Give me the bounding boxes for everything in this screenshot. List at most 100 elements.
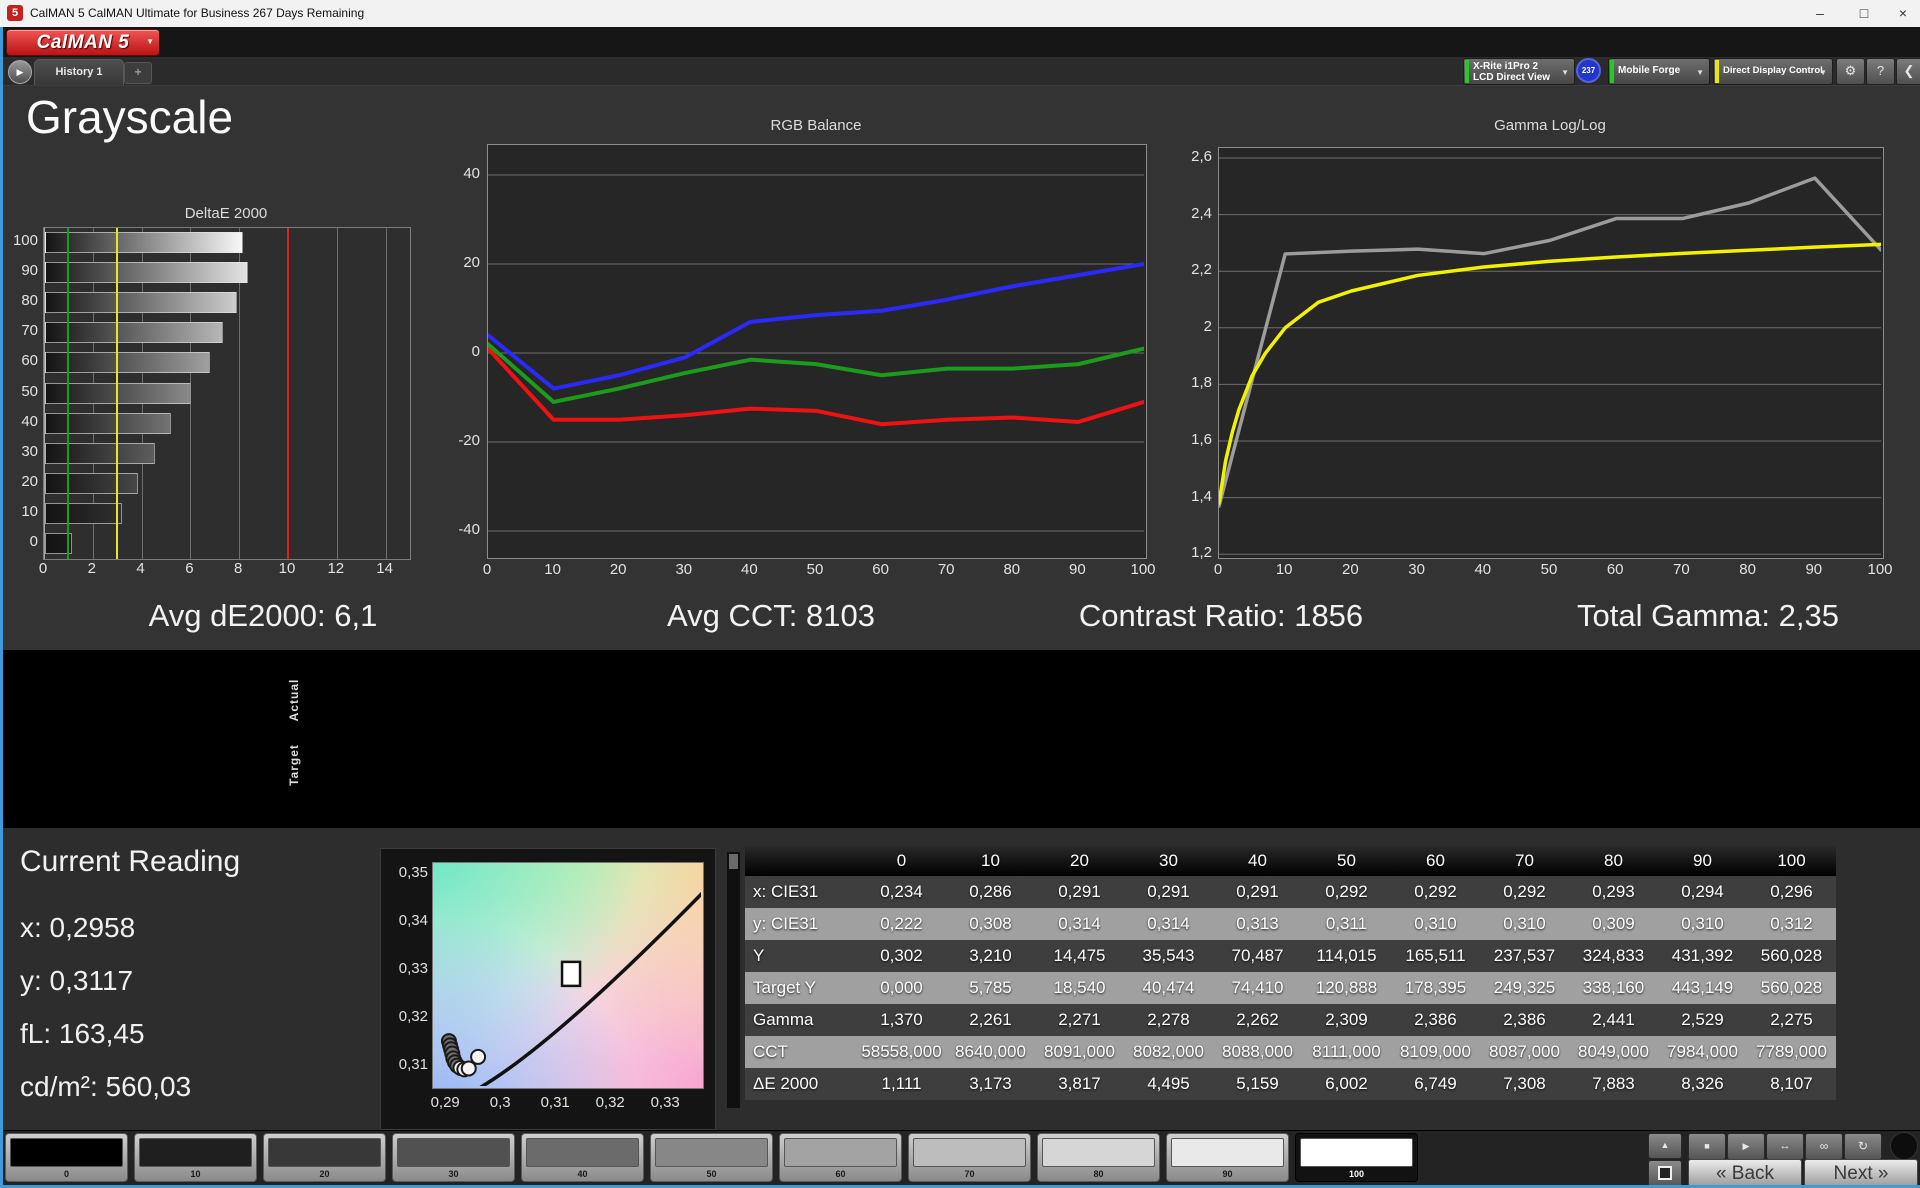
table-cell: 120,888 (1315, 978, 1378, 997)
meter-selector[interactable]: X-Rite i1Pro 2 LCD Direct View ▼ (1463, 58, 1575, 85)
table-cell: 2,529 (1681, 1010, 1724, 1029)
pattern-swatch-20 (268, 1138, 381, 1167)
pattern-tile-40[interactable]: 40 (521, 1133, 644, 1182)
table-cell: 1,111 (881, 1074, 922, 1093)
table-scrollbar[interactable] (727, 852, 740, 1108)
deltae-ytick: 90 (21, 262, 38, 280)
pattern-tile-80[interactable]: 80 (1037, 1133, 1160, 1182)
refresh-button[interactable]: ↻ (1844, 1133, 1882, 1160)
table-cell: 0,309 (1592, 914, 1635, 933)
rgb-xtick: 40 (741, 561, 758, 578)
pattern-tile-100[interactable]: 100 (1295, 1133, 1418, 1182)
table-cell: 2,309 (1325, 1010, 1368, 1029)
table-cell: 2,441 (1592, 1010, 1635, 1029)
tab-scroll-button[interactable]: ▶ (8, 60, 32, 84)
deltae-ytick: 20 (21, 472, 38, 490)
calman-logo-menu[interactable]: CalMAN 5 ▼ (6, 29, 160, 56)
close-button[interactable]: × (1886, 0, 1920, 27)
table-cell: 0,286 (969, 882, 1012, 901)
table-row: CCT 58558,000 8640,000 8091,000 8082,000 8088… (745, 1036, 1836, 1068)
pattern-tile-10[interactable]: 10 (134, 1133, 257, 1182)
rgb-ytick: 40 (463, 165, 480, 182)
table-header-cell: 80 (1569, 846, 1658, 876)
display-control-selector[interactable]: Direct Display Control ▼ (1713, 58, 1833, 85)
meter-mode: LCD Direct View (1473, 72, 1551, 83)
table-cell: 2,275 (1770, 1010, 1813, 1029)
deltae-bar-90 (45, 262, 249, 284)
rgb-xtick: 10 (544, 561, 561, 578)
calman-window: 5 CalMAN 5 CalMAN Ultimate for Business … (0, 0, 1920, 1188)
next-button[interactable]: Next » (1804, 1159, 1918, 1187)
table-cell: 237,537 (1493, 946, 1556, 965)
gamma-xtick: 80 (1739, 561, 1756, 578)
rgb-xtick: 80 (1003, 561, 1021, 578)
gamma-ytick: 2,4 (1191, 204, 1212, 222)
maximize-button[interactable]: □ (1842, 0, 1886, 27)
table-header-cell: 30 (1124, 846, 1213, 876)
grayscale-swatch-band: Actual Target 0102030405060708090100 (0, 650, 1920, 828)
source-selector[interactable]: Mobile Forge ▼ (1608, 58, 1710, 85)
table-cell: 6,749 (1414, 1074, 1457, 1093)
deltae-ytick: 10 (21, 502, 38, 520)
step-button[interactable]: ↔ (1766, 1133, 1804, 1160)
add-tab-button[interactable]: + (124, 62, 152, 84)
target-row-label: Target (287, 744, 301, 786)
back-button[interactable]: « Back (1688, 1159, 1802, 1187)
pattern-tile-30[interactable]: 30 (392, 1133, 515, 1182)
table-cell: 8091,000 (1044, 1042, 1115, 1061)
pattern-tile-90[interactable]: 90 (1166, 1133, 1289, 1182)
table-cell: 4,495 (1147, 1074, 1190, 1093)
table-cell: 8088,000 (1222, 1042, 1293, 1061)
pattern-tile-label: 40 (577, 1169, 588, 1179)
meter-count-badge[interactable]: 237 (1576, 58, 1601, 83)
table-cell: 8049,000 (1578, 1042, 1649, 1061)
stat-avg-cct: Avg CCT: 8103 (667, 598, 875, 633)
deltae-xtick: 10 (278, 560, 296, 577)
deltae-xtick: 8 (234, 560, 243, 577)
table-row-label: Gamma Log/Log (753, 1010, 814, 1061)
table-cell: 7,883 (1592, 1074, 1635, 1093)
table-cell: 114,015 (1316, 946, 1377, 965)
pattern-tile-label: 60 (835, 1169, 846, 1179)
gamma-xtick: 90 (1805, 561, 1823, 578)
loop-button[interactable]: ∞ (1805, 1133, 1843, 1160)
cie-xtick: 0,32 (595, 1094, 625, 1111)
prev-icon: « (1715, 1163, 1727, 1184)
gridline (336, 228, 338, 559)
table-row-label: Target Y (753, 978, 817, 997)
table-cell: 8087,000 (1489, 1042, 1560, 1061)
table-cell: 0,291 (1058, 882, 1101, 901)
pattern-window-button[interactable] (1648, 1160, 1682, 1188)
stop-button[interactable]: ■ (1688, 1133, 1726, 1160)
pattern-tile-label: 20 (319, 1169, 330, 1179)
ref-line-limit (287, 228, 289, 559)
pattern-tile-0[interactable]: 0 (5, 1133, 128, 1182)
deltae-xtick: 0 (38, 560, 48, 577)
cie-ytick: 0,31 (398, 1056, 428, 1074)
pattern-tile-label: 70 (964, 1169, 975, 1179)
pattern-swatch-60 (784, 1138, 897, 1167)
pattern-tile-60[interactable]: 60 (779, 1133, 902, 1182)
pattern-tile-20[interactable]: 20 (263, 1133, 386, 1182)
pattern-tile-50[interactable]: 50 (650, 1133, 773, 1182)
table-header-row: 0 10 20 30 40 50 60 70 80 90 100 (745, 846, 1836, 876)
table-cell: 8111,000 (1312, 1042, 1381, 1061)
minimize-button[interactable]: – (1798, 0, 1842, 27)
help-button[interactable]: ? (1866, 58, 1895, 85)
table-cell: 74,410 (1231, 978, 1284, 997)
pattern-tile-70[interactable]: 70 (908, 1133, 1031, 1182)
play-button[interactable]: ▶ (1727, 1133, 1765, 1160)
cie-ytick: 0,35 (398, 864, 428, 882)
table-scrollbar-thumb[interactable] (729, 854, 738, 869)
chevron-down-icon: ▼ (1696, 68, 1704, 77)
pattern-up-button[interactable]: ▲ (1648, 1133, 1682, 1159)
tab-history-1[interactable]: History 1 (34, 59, 124, 85)
pattern-tile-label: 50 (706, 1169, 717, 1179)
gamma-xtick: 60 (1606, 561, 1624, 578)
table-row-label: Y (753, 946, 765, 965)
settings-button[interactable]: ⚙ (1836, 58, 1865, 85)
source-name: Mobile Forge (1618, 65, 1681, 76)
table-cell: 0,291 (1236, 882, 1279, 901)
collapse-toolbar-button[interactable]: ❮ (1896, 58, 1920, 85)
current-reading-cdm2: cd/m²: 560,03 (20, 1071, 192, 1102)
